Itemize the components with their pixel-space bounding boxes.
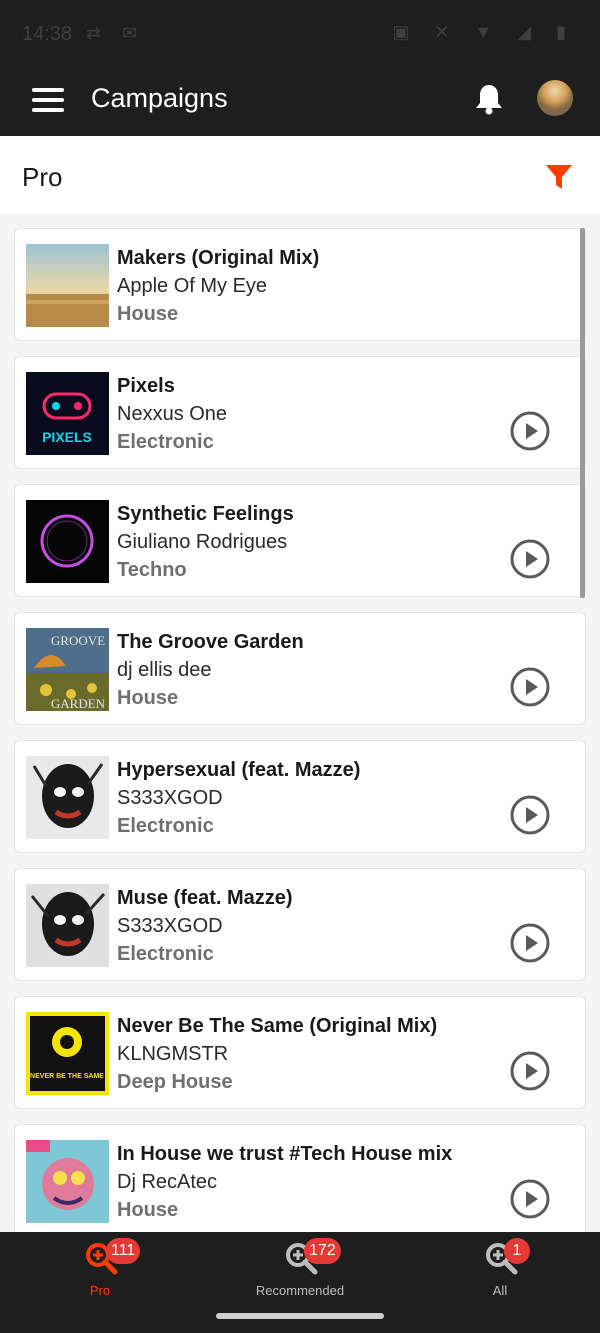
system-nav-bar	[0, 1300, 600, 1333]
filter-icon[interactable]	[545, 163, 573, 191]
page-title: Campaigns	[91, 83, 228, 113]
track-card[interactable]: NEVER BE THE SAME Never Be The Same (Ori…	[14, 996, 586, 1109]
track-artist: S333XGOD	[117, 787, 223, 809]
nav-tab-all[interactable]: 1 All	[400, 1232, 600, 1300]
avatar[interactable]	[537, 80, 573, 116]
play-icon[interactable]	[510, 923, 550, 963]
track-card[interactable]: In House we trust #Tech House mix Dj Rec…	[14, 1124, 586, 1232]
track-genre: House	[117, 303, 179, 325]
track-artist: S333XGOD	[117, 915, 223, 937]
home-gesture-bar[interactable]	[216, 1313, 384, 1319]
nav-label: Recommended	[255, 1283, 345, 1298]
nav-label: Pro	[89, 1283, 111, 1298]
track-title: Never Be The Same (Original Mix)	[117, 1015, 438, 1037]
track-artist: KLNGMSTR	[117, 1043, 229, 1065]
play-icon[interactable]	[510, 411, 550, 451]
play-icon[interactable]	[510, 1051, 550, 1091]
track-title: The Groove Garden	[117, 631, 304, 653]
track-artist: dj ellis dee	[117, 659, 212, 681]
artwork-text: PIXELS	[42, 429, 92, 445]
nav-tab-pro[interactable]: 111 Pro	[0, 1232, 200, 1300]
nav-badge: 111	[106, 1238, 141, 1264]
track-title: Synthetic Feelings	[117, 503, 294, 525]
app-bar: Campaigns	[0, 66, 600, 136]
track-genre: Deep House	[117, 1071, 233, 1093]
nav-badge: 1	[504, 1238, 530, 1264]
section-title: Pro	[22, 162, 63, 192]
track-card[interactable]: PIXELS Pixels Nexxus One Electronic	[14, 356, 586, 469]
track-genre: Electronic	[117, 431, 214, 453]
track-artist: Apple Of My Eye	[117, 275, 268, 297]
nav-badge: 172	[304, 1238, 341, 1264]
track-genre: Techno	[117, 559, 187, 581]
bottom-nav: 111 Pro 172 Recommended 1 All	[0, 1232, 600, 1300]
track-artwork	[26, 244, 109, 327]
track-artwork	[26, 756, 109, 839]
track-genre: House	[117, 687, 179, 709]
status-time: 14:38	[22, 23, 73, 45]
artwork-text: NEVER BE THE SAME	[30, 1073, 104, 1080]
track-card[interactable]: Synthetic Feelings Giuliano Rodrigues Te…	[14, 484, 586, 597]
play-icon[interactable]	[510, 539, 550, 579]
nav-tab-recommended[interactable]: 172 Recommended	[200, 1232, 400, 1300]
track-artwork	[26, 1140, 109, 1223]
track-title: Hypersexual (feat. Mazze)	[117, 759, 361, 781]
track-card[interactable]: GROOVE GARDEN The Groove Garden dj ellis…	[14, 612, 586, 725]
track-artist: Dj RecAtec	[117, 1171, 218, 1193]
nav-label: All	[492, 1283, 508, 1298]
track-genre: Electronic	[117, 943, 214, 965]
track-artist: Nexxus One	[117, 403, 228, 425]
track-artwork: NEVER BE THE SAME	[26, 1012, 109, 1095]
system-status-icons: ▣ ✕ ▼ ◢ ▮	[392, 22, 576, 42]
notification-icons: ⇄ ✉	[86, 23, 146, 43]
track-card[interactable]: Makers (Original Mix) Apple Of My Eye Ho…	[14, 228, 586, 341]
track-artwork: PIXELS	[26, 372, 109, 455]
status-bar: 14:38 ⇄ ✉ ▣ ✕ ▼ ◢ ▮	[0, 0, 600, 66]
track-list[interactable]: Makers (Original Mix) Apple Of My Eye Ho…	[0, 214, 600, 1232]
play-icon[interactable]	[510, 667, 550, 707]
artwork-text: GARDEN	[51, 696, 106, 711]
track-artwork	[26, 884, 109, 967]
track-card[interactable]: Hypersexual (feat. Mazze) S333XGOD Elect…	[14, 740, 586, 853]
menu-icon[interactable]	[32, 87, 64, 113]
scrollbar[interactable]	[580, 228, 585, 598]
track-title: Muse (feat. Mazze)	[117, 887, 293, 909]
track-card[interactable]: Muse (feat. Mazze) S333XGOD Electronic	[14, 868, 586, 981]
track-title: Pixels	[117, 375, 175, 397]
track-artwork: GROOVE GARDEN	[26, 628, 109, 711]
play-icon[interactable]	[510, 795, 550, 835]
track-artwork	[26, 500, 109, 583]
sub-header: Pro	[0, 136, 600, 214]
bell-icon[interactable]	[474, 82, 504, 116]
track-title: Makers (Original Mix)	[117, 247, 320, 269]
track-artist: Giuliano Rodrigues	[117, 531, 288, 553]
track-genre: House	[117, 1199, 179, 1221]
track-genre: Electronic	[117, 815, 214, 837]
play-icon[interactable]	[510, 1179, 550, 1219]
track-title: In House we trust #Tech House mix	[117, 1143, 453, 1165]
artwork-text: GROOVE	[51, 633, 105, 648]
